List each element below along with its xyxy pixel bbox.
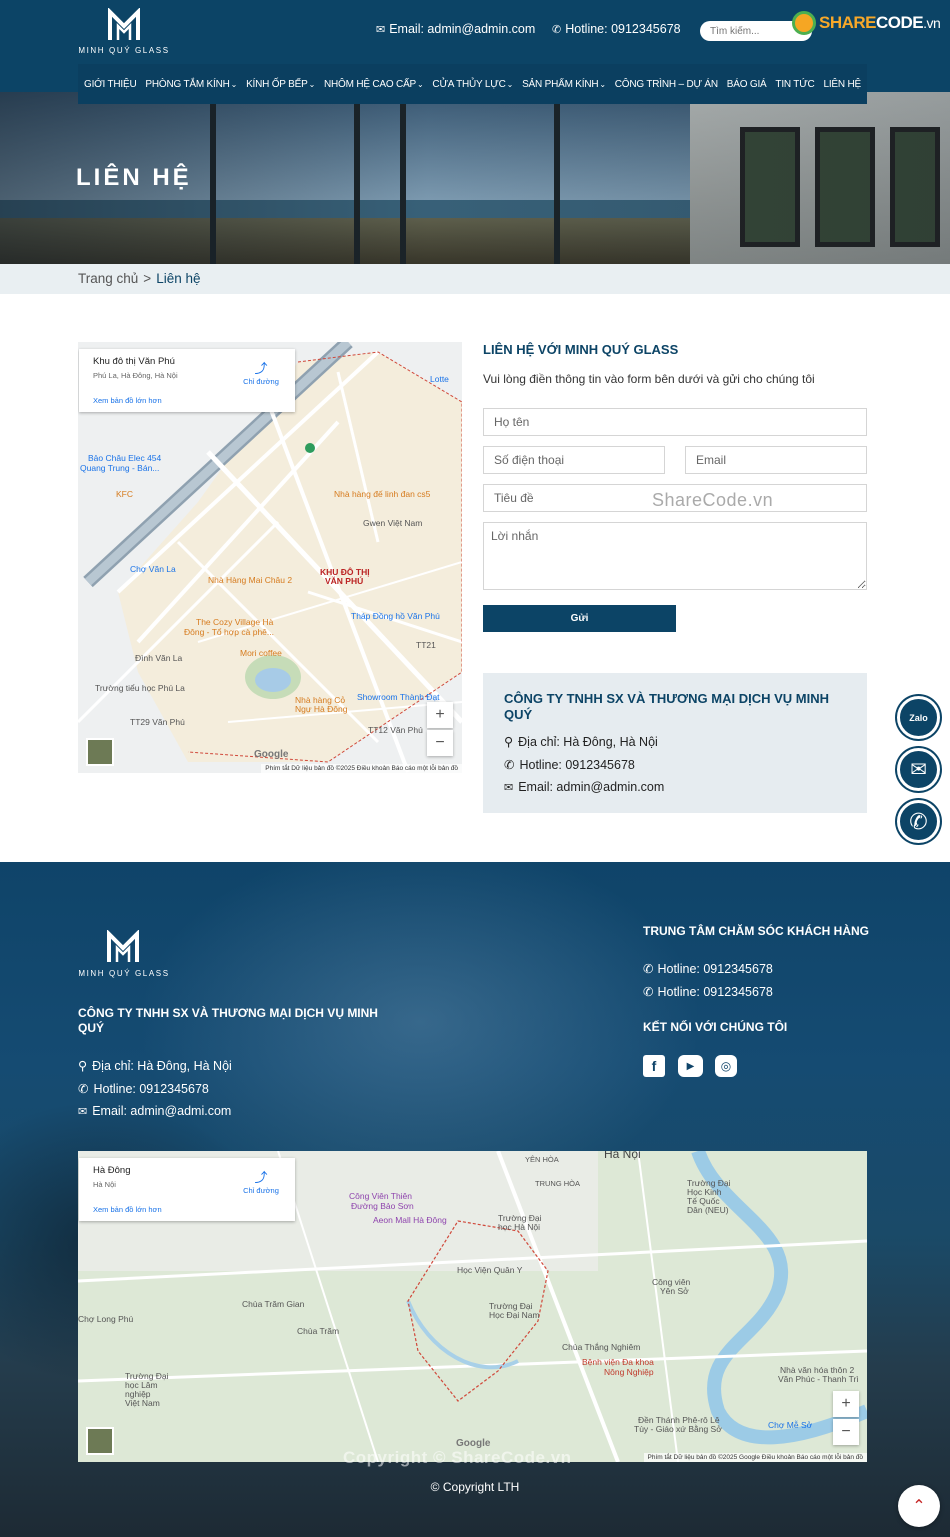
messenger-button[interactable]: ✉ — [897, 748, 940, 791]
messenger-icon: ✉ — [910, 759, 927, 781]
map-info-card: Hà Đông Hà Nội Xem bản đồ lớn hơn ⤴ Chỉ … — [79, 1158, 295, 1221]
zoom-in-button[interactable]: + — [833, 1391, 859, 1417]
company-info-box: CÔNG TY TNHH SX VÀ THƯƠNG MẠI DỊCH VỤ MI… — [483, 673, 867, 813]
site-logo[interactable]: MINH QUÝ GLASS — [78, 8, 170, 56]
logo-mark-icon — [108, 8, 140, 40]
nav-item-8[interactable]: TIN TỨC — [775, 79, 814, 90]
sharecode-logo-icon — [792, 11, 816, 35]
header-hotline[interactable]: ✆ Hotline: 0912345678 — [552, 22, 681, 36]
phone-icon: ✆ — [643, 985, 654, 999]
email-input[interactable] — [685, 446, 867, 474]
facebook-icon[interactable]: f — [643, 1055, 665, 1077]
map-pin-icon: ⚲ — [504, 735, 514, 749]
nav-item-6[interactable]: CÔNG TRÌNH – DỰ ÁN — [615, 79, 718, 90]
zoom-out-button[interactable]: − — [833, 1419, 859, 1445]
logo-mark-icon — [107, 930, 139, 962]
envelope-icon: ✉ — [504, 781, 514, 794]
care-center-title: TRUNG TÂM CHĂM SÓC KHÁCH HÀNG — [643, 924, 869, 938]
form-title: LIÊN HỆ VỚI MINH QUÝ GLASS — [483, 342, 679, 357]
message-input[interactable] — [483, 522, 867, 590]
nav-item-7[interactable]: BÁO GIÁ — [727, 79, 767, 90]
map-satellite-toggle[interactable] — [86, 738, 114, 766]
logo-text: MINH QUÝ GLASS — [78, 969, 170, 978]
phone-input[interactable] — [483, 446, 665, 474]
footer-address: ⚲ Địa chỉ: Hà Đông, Hà Nội — [78, 1058, 232, 1074]
company-address: ⚲ Địa chỉ: Hà Đông, Hà Nội — [504, 734, 658, 750]
company-hotline[interactable]: ✆ Hotline: 0912345678 — [504, 757, 635, 773]
directions-button[interactable]: ⤴ Chỉ đường — [239, 358, 283, 386]
footer-hotline[interactable]: ✆ Hotline: 0912345678 — [78, 1081, 209, 1097]
care-hotline-1[interactable]: ✆ Hotline: 0912345678 — [643, 961, 773, 977]
chevron-down-icon: ⌄ — [417, 79, 424, 89]
page-banner: LIÊN HỆ — [0, 92, 950, 264]
back-to-top-button[interactable]: ⌃ — [898, 1485, 940, 1527]
directions-button[interactable]: ⤴ Chỉ đường — [239, 1167, 283, 1195]
main-nav: GIỚI THIỆU PHÒNG TẮM KÍNH ⌄ KÍNH ỐP BẾP ⌄ NHÔ… — [78, 64, 867, 104]
company-name: CÔNG TY TNHH SX VÀ THƯƠNG MẠI DỊCH VỤ MI… — [504, 691, 829, 722]
copyright-text: © Copyright LTH — [430, 1480, 520, 1494]
google-logo: Google — [254, 749, 289, 760]
chevron-down-icon: ⌄ — [506, 79, 514, 89]
submit-button[interactable]: Gửi — [483, 605, 676, 632]
instagram-icon[interactable]: ◎ — [715, 1055, 737, 1077]
footer-map[interactable]: Hà Đông Hà Nội Xem bản đồ lớn hơn ⤴ Chỉ … — [78, 1151, 867, 1462]
zalo-icon: Zalo — [909, 712, 928, 723]
breadcrumb-current: Liên hệ — [156, 271, 201, 286]
chevron-down-icon: ⌄ — [308, 79, 316, 89]
envelope-icon: ✉ — [78, 1105, 88, 1118]
zoom-in-button[interactable]: + — [427, 702, 453, 728]
company-email[interactable]: ✉ Email: admin@admin.com — [504, 780, 664, 794]
page-title: LIÊN HỆ — [76, 164, 192, 191]
nav-item-0[interactable]: GIỚI THIỆU — [84, 79, 137, 90]
site-footer: MINH QUÝ GLASS CÔNG TY TNHH SX VÀ THƯƠNG… — [0, 862, 950, 1537]
copyright-watermark: Copyright © ShareCode.vn — [343, 1448, 572, 1467]
map-attribution[interactable]: Phím tắt Dữ liệu bản đồ ©2025 Điều khoản… — [261, 764, 462, 773]
youtube-icon[interactable]: ▶ — [678, 1055, 703, 1077]
phone-icon: ✆ — [909, 808, 928, 834]
breadcrumb-home-link[interactable]: Trang chủ — [78, 271, 138, 286]
view-larger-map-link[interactable]: Xem bản đồ lớn hơn — [93, 1205, 162, 1214]
breadcrumb: Trang chủ > Liên hệ — [0, 264, 950, 294]
phone-icon: ✆ — [643, 962, 654, 976]
map-attribution[interactable]: Phím tắt Dữ liệu bản đồ ©2025 Google Điề… — [643, 1453, 867, 1462]
footer-email[interactable]: ✉ Email: admin@admi.com — [78, 1104, 231, 1118]
footer-logo[interactable]: MINH QUÝ GLASS — [78, 930, 170, 980]
logo-text: MINH QUÝ GLASS — [78, 46, 170, 55]
header-email[interactable]: ✉ Email: admin@admin.com — [376, 22, 535, 36]
nav-item-1[interactable]: PHÒNG TẮM KÍNH ⌄ — [145, 79, 237, 90]
nav-item-4[interactable]: CỬA THỦY LỰC ⌄ — [432, 79, 513, 90]
phone-call-button[interactable]: ✆ — [897, 800, 940, 843]
map-satellite-toggle[interactable] — [86, 1427, 114, 1455]
phone-icon: ✆ — [552, 23, 562, 36]
map-pin-icon: ⚲ — [78, 1059, 88, 1073]
nav-item-9[interactable]: LIÊN HỆ — [823, 79, 861, 90]
directions-icon: ⤴ — [254, 1170, 268, 1185]
name-input[interactable] — [483, 408, 867, 436]
zalo-button[interactable]: Zalo — [897, 696, 940, 739]
zoom-out-button[interactable]: − — [427, 730, 453, 756]
envelope-icon: ✉ — [376, 23, 386, 36]
phone-icon: ✆ — [78, 1082, 89, 1096]
footer-company-name: CÔNG TY TNHH SX VÀ THƯƠNG MẠI DỊCH VỤ MI… — [78, 1006, 378, 1035]
form-subtitle: Vui lòng điền thông tin vào form bên dướ… — [483, 372, 815, 386]
chevron-down-icon: ⌄ — [230, 79, 238, 89]
location-map[interactable]: Khu đô thị Văn Phú Phú La, Hà Đông, Hà N… — [78, 342, 462, 773]
chevron-up-icon: ⌃ — [912, 1498, 926, 1515]
phone-icon: ✆ — [504, 758, 515, 772]
connect-title: KẾT NỐI VỚI CHÚNG TÔI — [643, 1020, 788, 1034]
breadcrumb-separator: > — [143, 271, 152, 286]
view-larger-map-link[interactable]: Xem bản đồ lớn hơn — [93, 396, 162, 405]
care-hotline-2[interactable]: ✆ Hotline: 0912345678 — [643, 984, 773, 1000]
nav-item-2[interactable]: KÍNH ỐP BẾP ⌄ — [246, 79, 315, 90]
sharecode-logo: SHARE CODE .vn — [792, 11, 941, 35]
nav-item-3[interactable]: NHÔM HỆ CAO CẤP ⌄ — [324, 79, 424, 90]
directions-icon: ⤴ — [254, 361, 268, 376]
subject-input[interactable] — [483, 484, 867, 512]
map-info-card: Khu đô thị Văn Phú Phú La, Hà Đông, Hà N… — [79, 349, 295, 412]
nav-item-5[interactable]: SẢN PHẨM KÍNH ⌄ — [522, 79, 606, 90]
chevron-down-icon: ⌄ — [599, 79, 606, 89]
